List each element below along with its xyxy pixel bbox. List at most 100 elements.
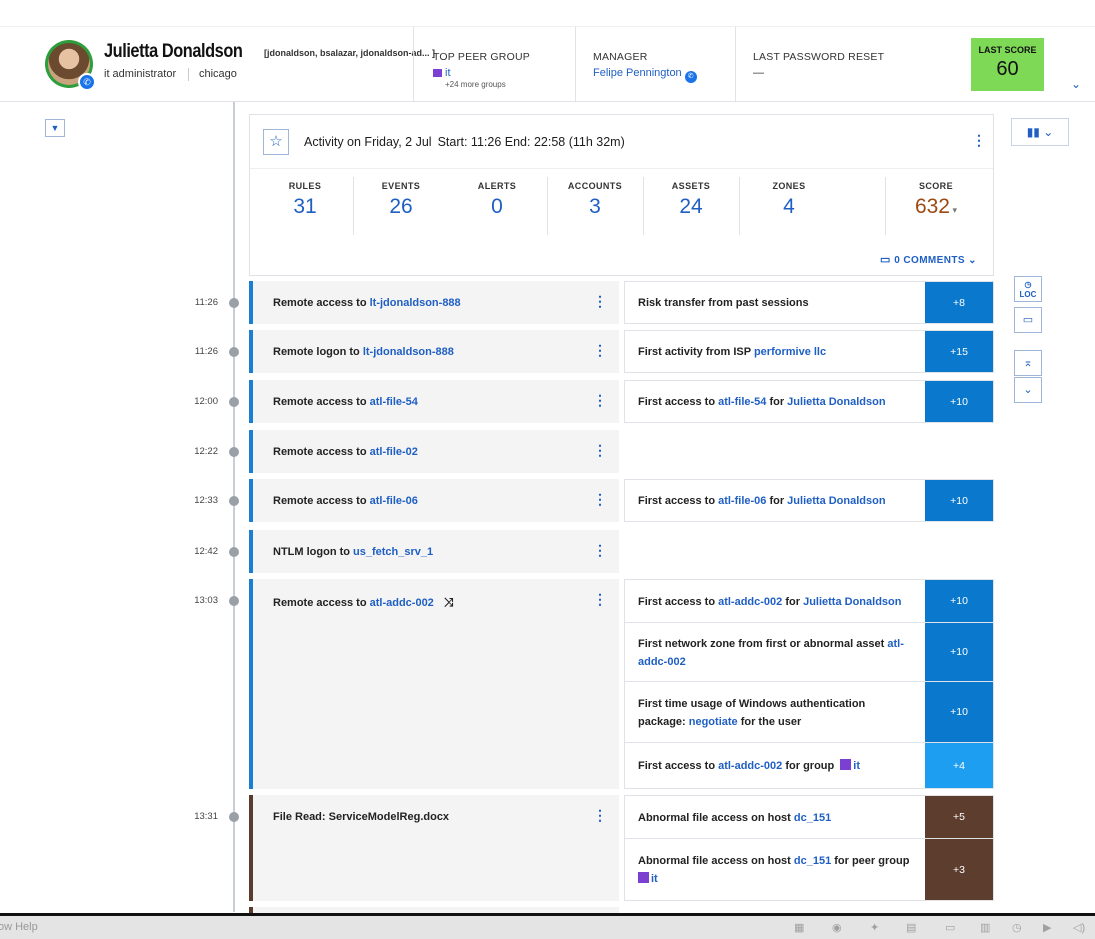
divider bbox=[885, 177, 886, 235]
peer-group-section: TOP PEER GROUP it +24 more groups bbox=[413, 27, 575, 102]
peer-group-title: TOP PEER GROUP bbox=[433, 51, 530, 63]
loc-time-button[interactable]: ◷ LOC bbox=[1014, 276, 1042, 302]
asset-link[interactable]: atl-file-54 bbox=[718, 396, 766, 408]
user-accounts[interactable]: [jdonaldson, bsalazar, jdonaldson-ad... … bbox=[264, 48, 435, 58]
manager-section: MANAGER Felipe Pennington ✆ bbox=[575, 27, 735, 102]
keyboard-icon[interactable]: ▤ bbox=[906, 921, 916, 934]
asset-link[interactable]: lt-jdonaldson-888 bbox=[370, 297, 461, 309]
timeline-dot bbox=[229, 596, 239, 606]
event-time: 12:42 bbox=[194, 546, 218, 557]
event-text: Remote access to atl-file-02 bbox=[273, 446, 418, 458]
comment-icon: ▭ bbox=[880, 254, 895, 266]
host-link[interactable]: dc_151 bbox=[794, 812, 831, 824]
password-value: — bbox=[753, 67, 764, 79]
chart-view-button[interactable]: ▮▮ ⌄ bbox=[1011, 118, 1069, 146]
scroll-bottom-button[interactable]: ⌄ bbox=[1014, 377, 1042, 403]
stat-alerts[interactable]: ALERTS 0 bbox=[449, 181, 545, 219]
group-link[interactable]: it bbox=[853, 760, 860, 772]
clock-icon[interactable]: ◷ bbox=[1012, 921, 1022, 934]
group-link[interactable]: it bbox=[651, 873, 658, 885]
event-text: Remote access to atl-file-06 bbox=[273, 495, 418, 507]
filter-button[interactable]: ▼ bbox=[45, 119, 65, 137]
isp-link[interactable]: performive llc bbox=[754, 346, 826, 358]
phone-icon: ✆ bbox=[78, 73, 96, 91]
event-time: 12:00 bbox=[194, 396, 218, 407]
risk-reason: First access to atl-addc-002 for Juliett… bbox=[624, 579, 994, 623]
kebab-menu-icon[interactable]: ⋮ bbox=[593, 542, 607, 559]
event-text: NTLM logon to us_fetch_srv_1 bbox=[273, 546, 434, 558]
event-row[interactable]: Remote access to lt-jdonaldson-888 ⋮ bbox=[249, 281, 619, 324]
event-row[interactable]: Remote access to atl-addc-002 ⤨ ⋮ bbox=[249, 579, 619, 789]
event-row[interactable]: Remote logon to lt-jdonaldson-888 ⋮ bbox=[249, 330, 619, 373]
event-row[interactable]: Remote access to atl-file-06 ⋮ bbox=[249, 479, 619, 522]
asset-link[interactable]: atl-file-06 bbox=[370, 495, 418, 507]
reason-score: +3 bbox=[925, 839, 993, 900]
star-icon: ☆ bbox=[269, 133, 283, 150]
risk-reason: Abnormal file access on host dc_151 +5 bbox=[624, 795, 994, 839]
package-link[interactable]: negotiate bbox=[689, 716, 738, 728]
kebab-menu-icon[interactable]: ⋮ bbox=[972, 132, 986, 149]
more-groups-link[interactable]: +24 more groups bbox=[445, 80, 506, 89]
timeline-dot bbox=[229, 397, 239, 407]
stat-events[interactable]: EVENTS 26 bbox=[353, 181, 449, 219]
arrow-bottom-icon: ⌄ bbox=[1023, 384, 1033, 396]
calendar-button[interactable]: ▭ bbox=[1014, 307, 1042, 333]
host-link[interactable]: dc_151 bbox=[794, 855, 831, 867]
user-link[interactable]: Julietta Donaldson bbox=[787, 495, 885, 507]
event-row[interactable]: File Read: ServiceModelReg.docx ⋮ bbox=[249, 795, 619, 901]
app-icon[interactable]: ▦ bbox=[794, 921, 804, 934]
user-link[interactable]: Julietta Donaldson bbox=[803, 596, 901, 608]
reason-text: First access to atl-addc-002 for group i… bbox=[638, 759, 861, 772]
reason-score: +8 bbox=[925, 282, 993, 323]
asset-link[interactable]: atl-addc-002 bbox=[718, 760, 782, 772]
play-icon[interactable]: ▶ bbox=[1043, 921, 1051, 934]
chevron-down-icon[interactable]: ⌄ bbox=[1071, 77, 1081, 91]
stat-score[interactable]: SCORE 632 ▾ bbox=[888, 181, 984, 219]
pin-icon[interactable]: ✦ bbox=[870, 921, 879, 934]
password-manager-icon[interactable]: ◉ bbox=[832, 921, 842, 934]
asset-link[interactable]: lt-jdonaldson-888 bbox=[363, 346, 454, 358]
stat-zones[interactable]: ZONES 4 bbox=[741, 181, 837, 219]
kebab-menu-icon[interactable]: ⋮ bbox=[593, 491, 607, 508]
peer-group-link[interactable]: it bbox=[433, 67, 451, 79]
asset-link[interactable]: atl-addc-002 bbox=[718, 596, 782, 608]
stat-rules[interactable]: RULES 31 bbox=[257, 181, 353, 219]
activity-title: Activity on Friday, 2 Jul Start: 11:26 En… bbox=[304, 135, 625, 149]
password-section: LAST PASSWORD RESET — bbox=[735, 27, 955, 102]
risk-reason: First access to atl-file-06 for Julietta… bbox=[624, 479, 994, 522]
scroll-top-button[interactable]: ⌅ bbox=[1014, 350, 1042, 376]
divider bbox=[739, 177, 740, 235]
volume-icon[interactable]: ◁) bbox=[1073, 921, 1085, 934]
asset-link[interactable]: atl-addc-002 bbox=[370, 597, 434, 609]
stat-assets[interactable]: ASSETS 24 bbox=[643, 181, 739, 219]
asset-link[interactable]: atl-file-02 bbox=[370, 446, 418, 458]
manager-link[interactable]: Felipe Pennington ✆ bbox=[593, 67, 697, 83]
user-link[interactable]: Julietta Donaldson bbox=[787, 396, 885, 408]
kebab-menu-icon[interactable]: ⋮ bbox=[593, 392, 607, 409]
star-button[interactable]: ☆ bbox=[263, 129, 289, 155]
asset-link[interactable]: atl-file-06 bbox=[718, 495, 766, 507]
kebab-menu-icon[interactable]: ⋮ bbox=[593, 342, 607, 359]
event-row[interactable]: NTLM logon to us_fetch_srv_1 ⋮ bbox=[249, 530, 619, 573]
kebab-menu-icon[interactable]: ⋮ bbox=[593, 442, 607, 459]
timeline-dot bbox=[229, 447, 239, 457]
event-time: 12:33 bbox=[194, 495, 218, 506]
stat-accounts[interactable]: ACCOUNTS 3 bbox=[547, 181, 643, 219]
asset-link[interactable]: atl-file-54 bbox=[370, 396, 418, 408]
kebab-menu-icon[interactable]: ⋮ bbox=[593, 293, 607, 310]
reason-text: First access to atl-addc-002 for Juliett… bbox=[638, 596, 902, 608]
last-score-label: LAST SCORE bbox=[978, 45, 1037, 55]
shuffle-icon: ⤨ bbox=[443, 595, 454, 609]
clipboard-icon[interactable]: ▥ bbox=[980, 921, 990, 934]
comments-toggle[interactable]: ▭ 0 COMMENTS ⌄ bbox=[880, 253, 977, 266]
kebab-menu-icon[interactable]: ⋮ bbox=[593, 807, 607, 824]
event-row[interactable]: Remote access to atl-file-54 ⋮ bbox=[249, 380, 619, 423]
display-icon[interactable]: ▭ bbox=[945, 921, 955, 934]
chevron-down-icon: ⌄ bbox=[964, 255, 977, 266]
menu-bar-items[interactable]: ow Help bbox=[0, 921, 38, 933]
kebab-menu-icon[interactable]: ⋮ bbox=[593, 591, 607, 608]
reason-score: +4 bbox=[925, 743, 993, 788]
risk-reason: First access to atl-addc-002 for group i… bbox=[624, 742, 994, 789]
event-row[interactable]: Remote access to atl-file-02 ⋮ bbox=[249, 430, 619, 473]
asset-link[interactable]: us_fetch_srv_1 bbox=[353, 546, 433, 558]
